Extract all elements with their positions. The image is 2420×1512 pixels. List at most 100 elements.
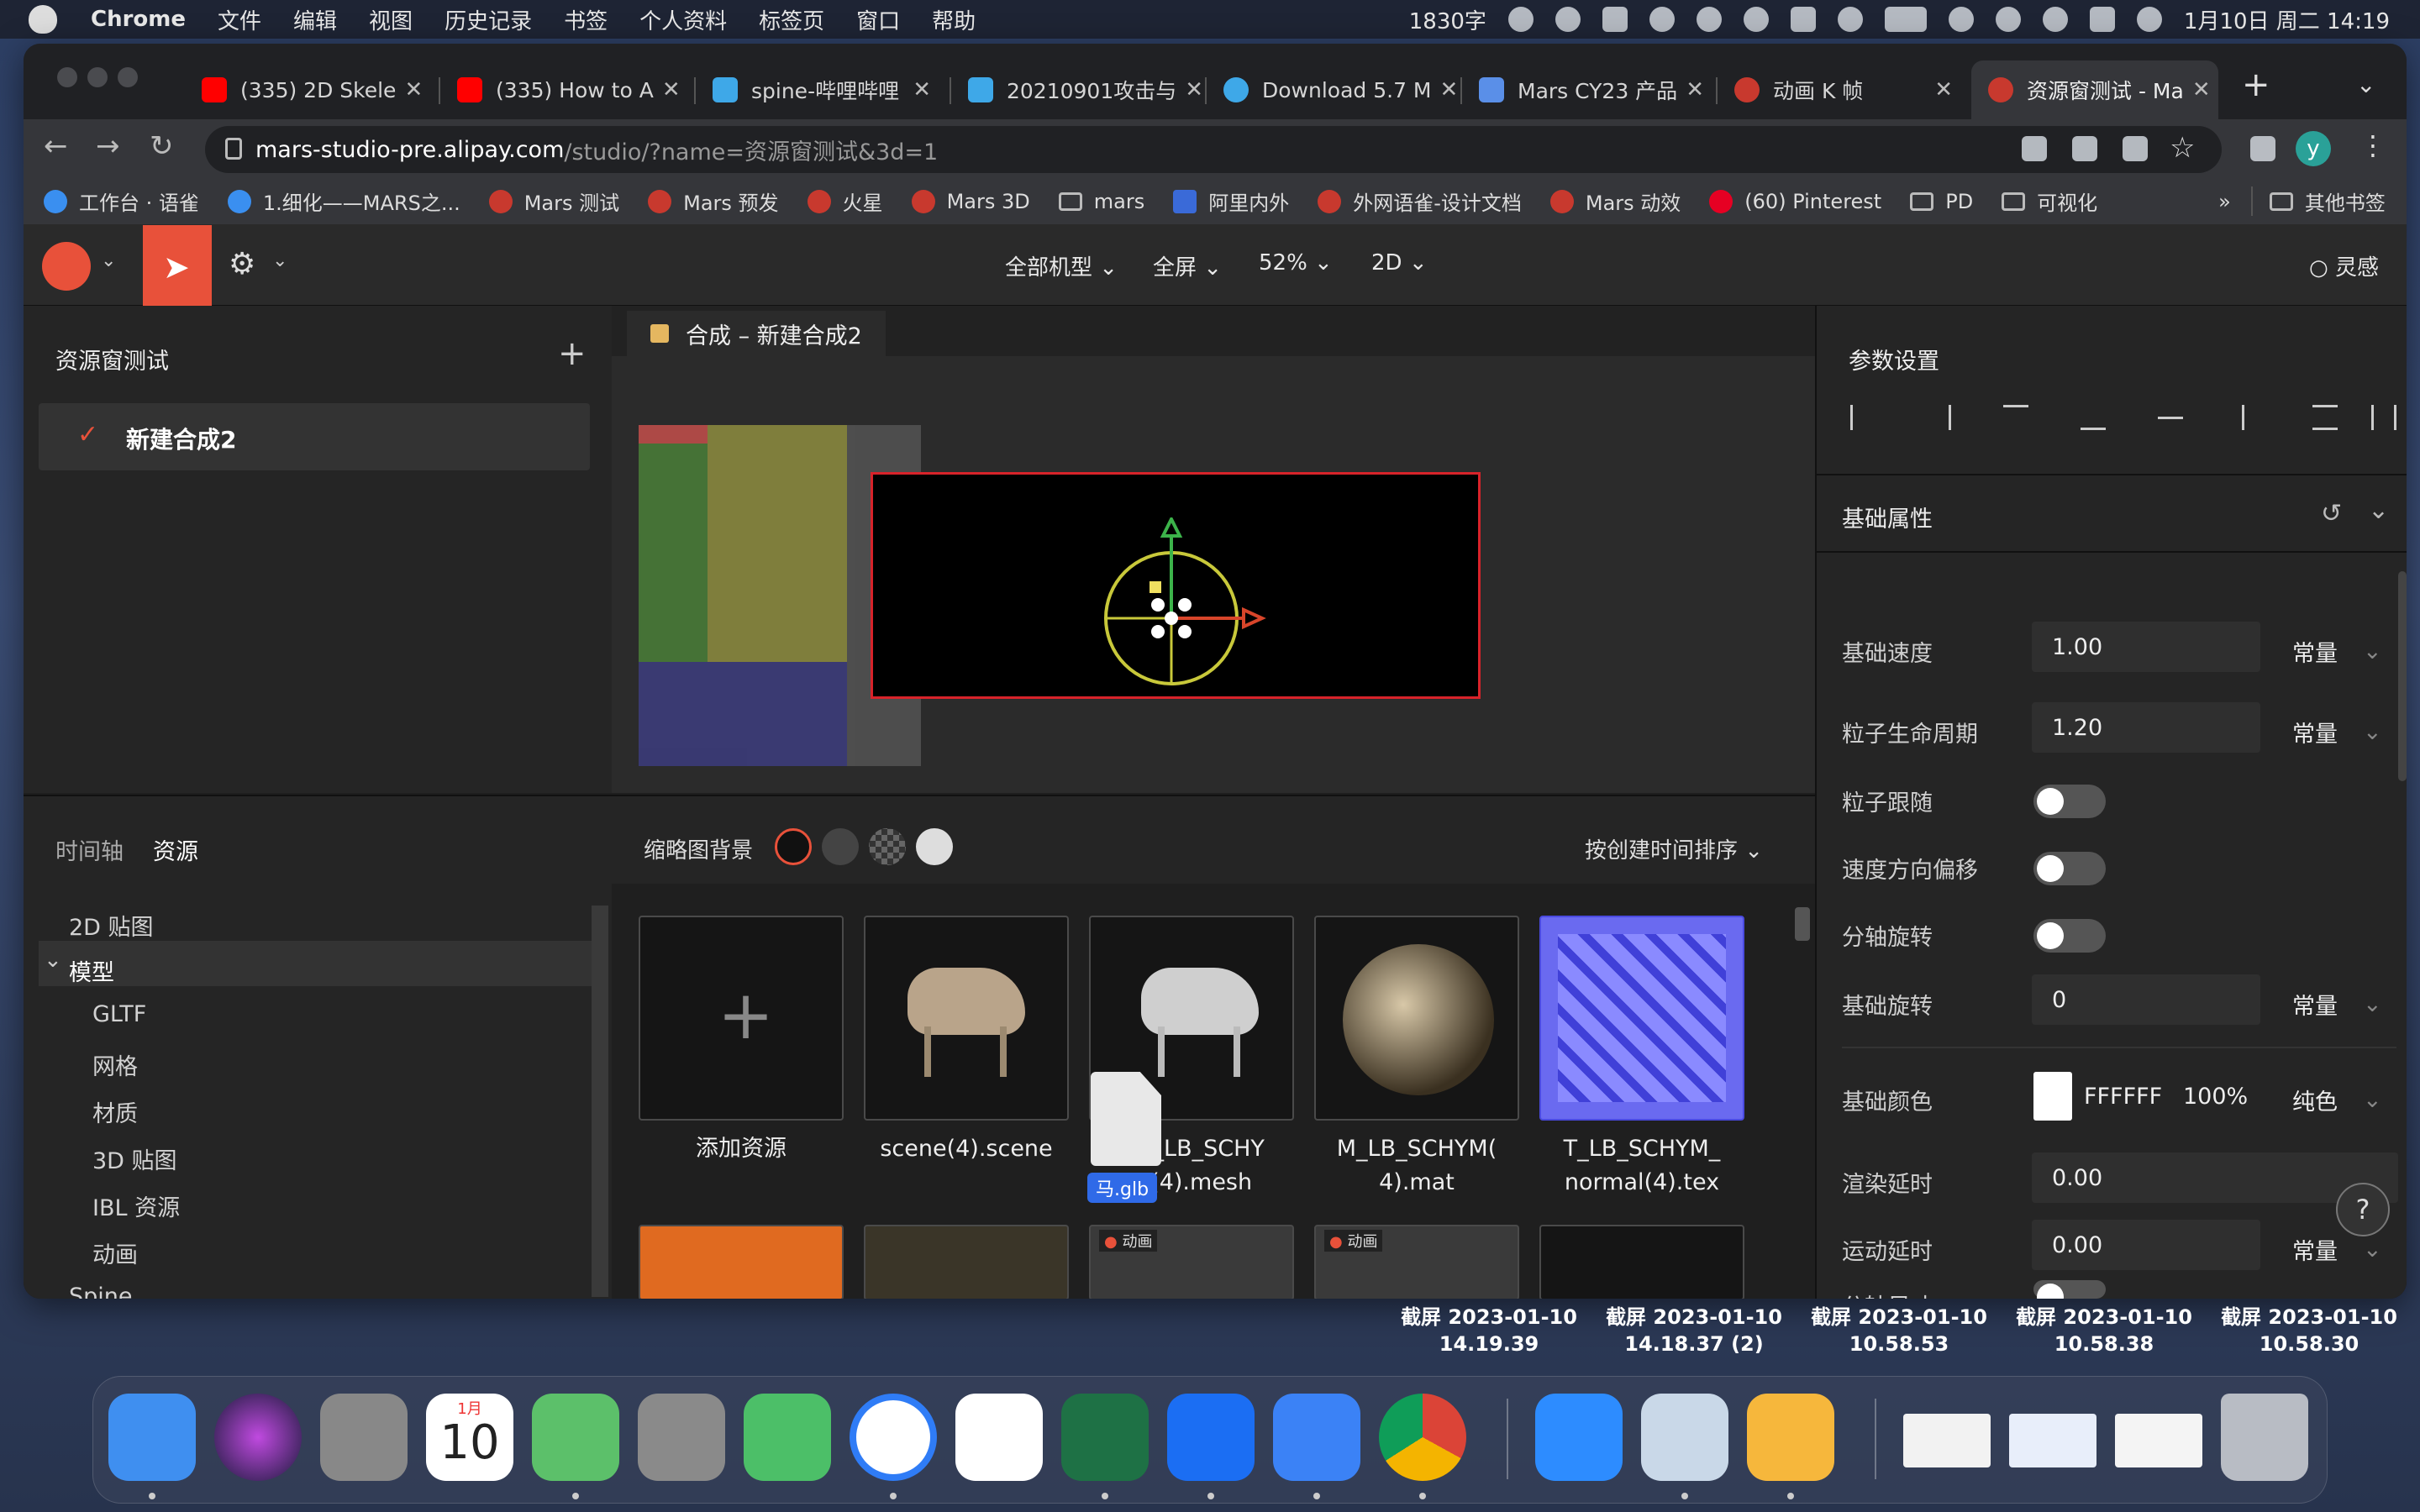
asset-tile-row2-2[interactable] (864, 1225, 1069, 1299)
menu-history[interactable]: 历史记录 (445, 4, 532, 35)
shield-app-icon[interactable] (1167, 1394, 1255, 1481)
menu-bookmarks[interactable]: 书签 (564, 4, 608, 35)
bookmark-3[interactable]: Mars 预发 (648, 186, 779, 216)
window-thumb-2[interactable] (2009, 1414, 2096, 1467)
bookmark-7[interactable]: 阿里内外 (1173, 186, 1289, 216)
align-center-icon[interactable] (2242, 405, 2267, 430)
close-icon[interactable]: ✕ (2184, 77, 2211, 102)
more-icon[interactable]: ⋮ (2360, 129, 2386, 161)
sidebar-icon[interactable] (2250, 136, 2275, 161)
star-icon[interactable]: ☆ (2170, 131, 2195, 165)
components-icon[interactable]: ⚙ (229, 247, 255, 281)
zoom-select[interactable]: 52% ⌄ (1259, 250, 1333, 276)
close-icon[interactable]: ✕ (904, 77, 931, 102)
hexagon-icon[interactable] (1743, 7, 1769, 32)
menu-window[interactable]: 窗口 (856, 4, 900, 35)
finder-icon[interactable] (108, 1394, 196, 1481)
tab-2[interactable]: spine-哔哩哔哩 ✕ (696, 60, 948, 119)
distribute-horizontal-icon[interactable] (2371, 405, 2396, 430)
siri-icon[interactable] (214, 1394, 302, 1481)
window-thumb-1[interactable] (1903, 1414, 1991, 1467)
asset-tile-row2-1[interactable] (639, 1225, 844, 1299)
wifi-icon[interactable] (1948, 7, 1974, 32)
tab-timeline[interactable]: 时间轴 (55, 833, 124, 866)
align-bottom-icon[interactable] (2081, 405, 2106, 430)
tree-2d-texture[interactable]: 2D 贴图 (69, 909, 154, 942)
bookmark-1[interactable]: 1.细化——MARS之... (227, 186, 460, 216)
transform-gizmo[interactable] (1099, 517, 1267, 685)
forward-icon[interactable]: → (96, 129, 120, 163)
close-icon[interactable]: ✕ (1926, 77, 1953, 102)
bookmark-11[interactable]: PD (1910, 190, 1973, 213)
close-icon[interactable]: ✕ (1677, 77, 1704, 102)
bookmark-12[interactable]: 可视化 (2002, 186, 2097, 216)
excel-icon[interactable] (1061, 1394, 1149, 1481)
tree-ibl[interactable]: IBL 资源 (92, 1189, 180, 1222)
components-chevron-down-icon[interactable]: ⌄ (272, 250, 287, 271)
share-icon[interactable] (2123, 136, 2148, 161)
face-icon[interactable] (1507, 7, 1534, 32)
asset-anim-tile-1[interactable]: ● 动画 (1089, 1225, 1294, 1299)
bookmark-4[interactable]: 火星 (807, 186, 883, 216)
bookmark-10[interactable]: (60) Pinterest (1709, 189, 1881, 213)
bookmark-6[interactable]: mars (1058, 190, 1144, 213)
device-select[interactable]: 全部机型 ⌄ (1005, 250, 1118, 281)
reload-icon[interactable]: ↻ (150, 129, 174, 163)
expand-chevron-icon[interactable]: ⌄ (44, 948, 62, 973)
bg-gray-swatch[interactable] (822, 828, 859, 865)
xmind-icon[interactable] (955, 1394, 1043, 1481)
launchpad-icon[interactable] (320, 1394, 408, 1481)
toggle-speed-offset[interactable] (2033, 852, 2106, 885)
desktop-file-4[interactable]: 截屏 2023-01-10 10.58.30 (2217, 1304, 2402, 1357)
profile-avatar[interactable]: y (2296, 131, 2331, 166)
zoom-icon[interactable] (1535, 1394, 1623, 1481)
bookmark-5[interactable]: Mars 3D (911, 189, 1030, 213)
tab-search-chevron-icon[interactable]: ⌄ (2356, 71, 2375, 98)
mode-select[interactable]: 2D ⌄ (1371, 250, 1428, 276)
add-composition-button[interactable]: + (558, 334, 587, 373)
desktop-file-1[interactable]: 截屏 2023-01-10 14.18.37 (2) (1602, 1304, 1786, 1357)
canvas-tab[interactable]: 合成 – 新建合成2 (627, 311, 886, 356)
settings-icon[interactable] (638, 1394, 725, 1481)
close-icon[interactable]: ✕ (654, 77, 681, 102)
distribute-vertical-icon[interactable] (2312, 405, 2338, 430)
help-button[interactable]: ? (2336, 1183, 2390, 1236)
tree-model[interactable]: 模型 (69, 954, 114, 987)
asset-tile-row2-5[interactable] (1539, 1225, 1744, 1299)
mic-icon[interactable] (1555, 7, 1581, 32)
select-tool-button[interactable]: ➤ (143, 225, 212, 306)
tab-1[interactable]: (335) How to A ✕ (440, 60, 692, 119)
install-icon[interactable] (2072, 136, 2097, 161)
assets-scrollbar[interactable] (1795, 907, 1810, 941)
chrome-icon[interactable] (1379, 1394, 1466, 1481)
tree-scrollbar[interactable] (592, 906, 608, 1297)
toggle-follow[interactable] (2033, 785, 2106, 818)
menu-edit[interactable]: 编辑 (293, 4, 337, 35)
bookmark-8[interactable]: 外网语雀-设计文档 (1318, 186, 1522, 216)
search-icon[interactable] (2042, 7, 2068, 32)
feishu-icon[interactable] (744, 1394, 831, 1481)
battery-icon[interactable] (1884, 7, 1927, 32)
inspiration-button[interactable]: ○ 灵感 (2309, 250, 2379, 281)
tree-mesh[interactable]: 网格 (92, 1048, 138, 1081)
toggle-axis-rotation[interactable] (2033, 919, 2106, 953)
user-icon[interactable] (1995, 7, 2021, 32)
apple-icon[interactable] (29, 5, 57, 34)
properties-scrollbar[interactable] (2398, 571, 2407, 781)
bookmarks-more-button[interactable]: » (2218, 190, 2231, 213)
preview-icon[interactable] (1641, 1394, 1728, 1481)
close-icon[interactable]: ✕ (1432, 77, 1459, 102)
trash-icon[interactable] (2221, 1394, 2308, 1481)
calendar-icon[interactable]: 1月 10 (426, 1394, 513, 1481)
color-hex[interactable]: FFFFFF (2084, 1084, 2162, 1110)
menu-view[interactable]: 视图 (369, 4, 413, 35)
logo-chevron-down-icon[interactable]: ⌄ (101, 250, 116, 271)
tab-4[interactable]: Download 5.7 M ✕ (1207, 60, 1459, 119)
input-base-speed[interactable]: 1.00 (2032, 622, 2260, 672)
screen-select[interactable]: 全屏 ⌄ (1153, 250, 1222, 281)
cloud-icon[interactable] (1696, 7, 1722, 32)
new-tab-button[interactable]: + (2242, 66, 2270, 104)
align-top-icon[interactable] (2003, 405, 2028, 430)
shield-status-icon[interactable] (1790, 7, 1816, 32)
tab-7-active[interactable]: 资源窗测试 - Ma ✕ (1971, 60, 2218, 119)
